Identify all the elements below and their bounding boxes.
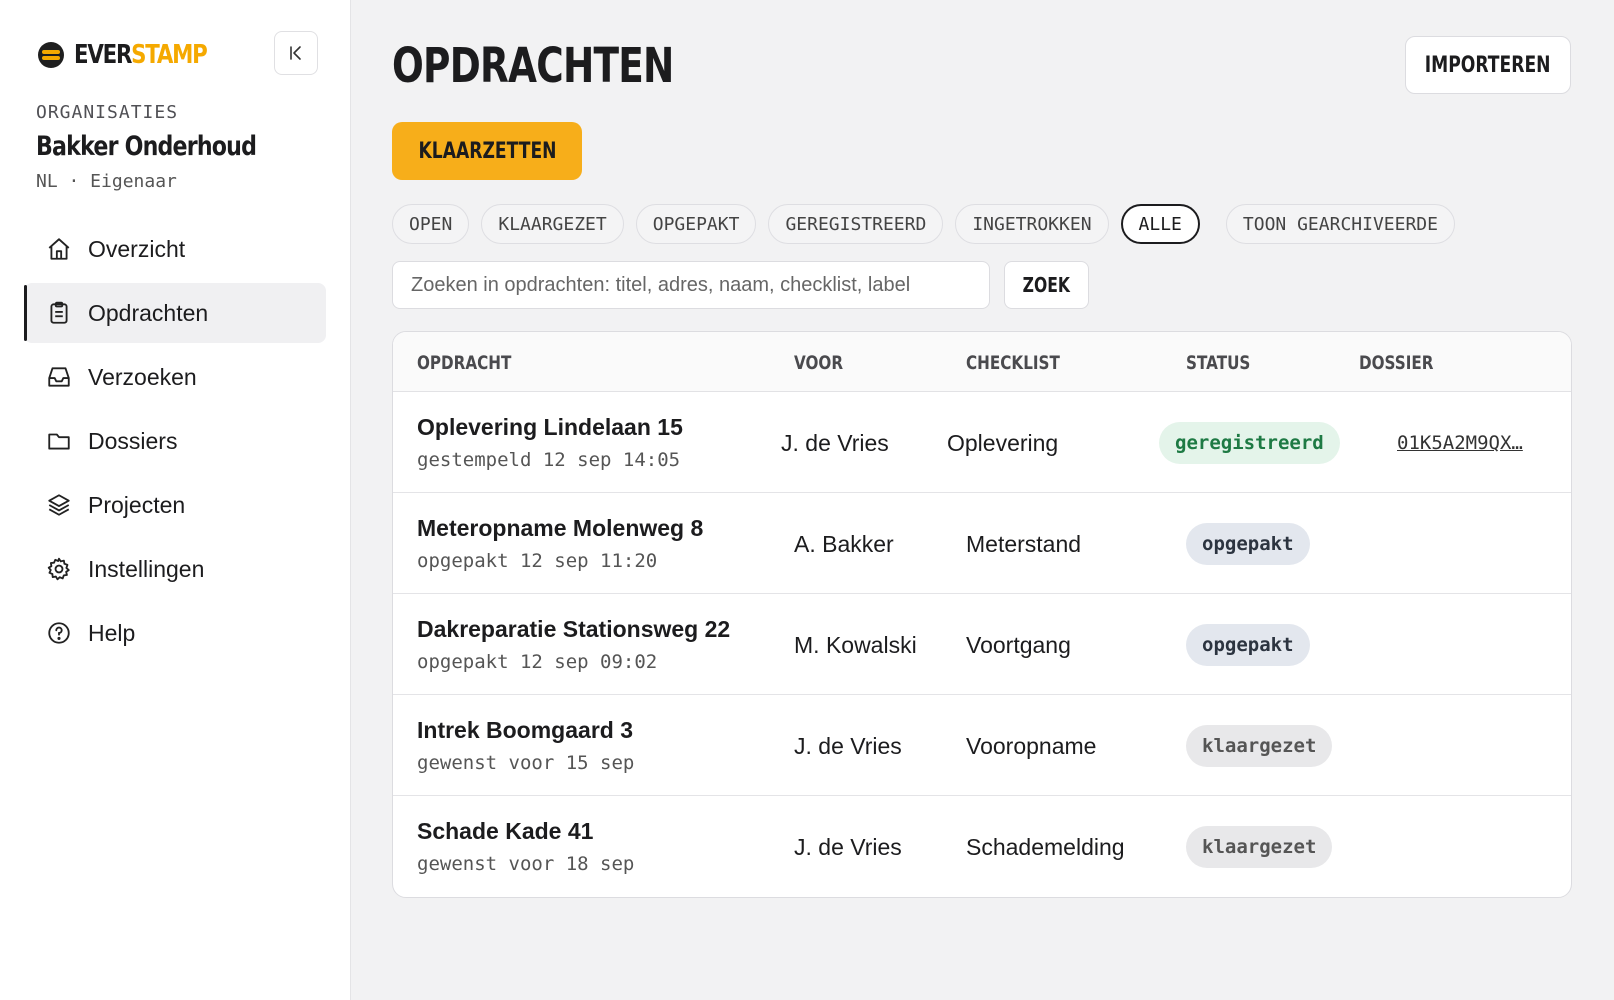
status-badge: opgepakt (1186, 624, 1310, 666)
row-voor: M. Kowalski (794, 632, 917, 658)
column-checklist[interactable]: CHECKLIST (966, 352, 1060, 374)
table-row[interactable]: Intrek Boomgaard 3 gewenst voor 15 sep J… (393, 695, 1571, 796)
status-filters: OPEN KLAARGEZET OPGEPAKT GEREGISTREERD I… (392, 204, 1455, 244)
sidebar-item-projecten[interactable]: Projecten (24, 475, 326, 535)
status-badge: klaargezet (1186, 826, 1333, 868)
sidebar-item-label: Opdrachten (88, 299, 209, 326)
row-checklist: Vooropname (966, 733, 1097, 759)
column-status[interactable]: STATUS (1186, 352, 1250, 374)
row-title[interactable]: Oplevering Lindelaan 15 (417, 414, 683, 441)
search-input[interactable] (392, 261, 990, 309)
row-subtitle: opgepakt 12 sep 09:02 (417, 651, 658, 673)
home-icon (48, 238, 70, 260)
klaarzetten-button[interactable]: KLAARZETTEN (392, 122, 582, 180)
org-meta: NL · Eigenaar (36, 171, 177, 192)
table-row[interactable]: Oplevering Lindelaan 15 gestempeld 12 se… (393, 392, 1571, 493)
row-subtitle: gewenst voor 18 sep (417, 853, 635, 875)
search-button[interactable]: ZOEK (1004, 261, 1089, 309)
sidebar-item-label: Dossiers (88, 427, 178, 454)
sidebar-item-label: Instellingen (88, 555, 205, 582)
import-button[interactable]: IMPORTEREN (1405, 36, 1571, 94)
sidebar: EVERSTAMP ORGANISATIES Bakker Onderhoud … (0, 0, 351, 1000)
clipboard-icon (50, 301, 68, 324)
row-voor: J. de Vries (781, 430, 889, 456)
filter-klaargezet[interactable]: KLAARGEZET (481, 204, 624, 244)
brand-logo[interactable]: EVERSTAMP (38, 40, 236, 70)
row-checklist: Schademelding (966, 834, 1125, 860)
brand-name: EVERSTAMP (74, 40, 208, 70)
layers-icon (48, 494, 70, 516)
toggle-archived[interactable]: TOON GEARCHIVEERDE (1225, 204, 1455, 244)
row-subtitle: gestempeld 12 sep 14:05 (417, 449, 681, 471)
filter-open[interactable]: OPEN (392, 204, 470, 244)
row-voor: J. de Vries (794, 834, 902, 860)
org-name[interactable]: Bakker Onderhoud (36, 131, 257, 162)
sidebar-item-instellingen[interactable]: Instellingen (24, 539, 326, 599)
sidebar-item-help[interactable]: Help (24, 603, 326, 663)
row-checklist: Voortgang (966, 632, 1071, 658)
sidebar-item-dossiers[interactable]: Dossiers (24, 411, 326, 471)
row-checklist: Meterstand (966, 531, 1082, 557)
row-title[interactable]: Schade Kade 41 (417, 818, 593, 845)
help-icon (48, 622, 70, 644)
row-checklist: Oplevering (947, 430, 1059, 456)
collapse-icon (290, 46, 301, 60)
row-title[interactable]: Dakreparatie Stationsweg 22 (417, 616, 730, 643)
brand-mark-icon (38, 42, 64, 68)
status-badge: geregistreerd (1159, 422, 1340, 464)
gear-icon (47, 557, 70, 581)
sidebar-item-label: Overzicht (88, 235, 186, 262)
row-title[interactable]: Intrek Boomgaard 3 (417, 717, 633, 744)
sidebar-item-label: Projecten (88, 491, 186, 518)
table-row[interactable]: Dakreparatie Stationsweg 22 opgepakt 12 … (393, 594, 1571, 695)
org-label: ORGANISATIES (36, 102, 179, 123)
column-opdracht[interactable]: OPDRACHT (417, 352, 511, 374)
row-voor: J. de Vries (794, 733, 902, 759)
row-title[interactable]: Meteropname Molenweg 8 (417, 515, 703, 542)
folder-icon (48, 433, 70, 450)
sidebar-item-opdrachten[interactable]: Opdrachten (24, 283, 326, 343)
page-title: OPDRACHTEN (392, 38, 674, 94)
column-voor[interactable]: VOOR (794, 352, 843, 374)
table-row[interactable]: Meteropname Molenweg 8 opgepakt 12 sep 1… (393, 493, 1571, 594)
main-content: OPDRACHTEN IMPORTEREN KLAARZETTEN OPEN K… (351, 0, 1614, 1000)
filter-alle[interactable]: ALLE (1120, 204, 1200, 244)
filter-opgepakt[interactable]: OPGEPAKT (635, 204, 757, 244)
inbox-icon (48, 367, 70, 387)
table-header: OPDRACHT VOOR CHECKLIST STATUS DOSSIER (393, 332, 1571, 392)
filter-geregistreerd[interactable]: GEREGISTREERD (768, 204, 944, 244)
assignments-table: OPDRACHT VOOR CHECKLIST STATUS DOSSIER O… (392, 331, 1572, 898)
dossier-link[interactable]: 01K5A2M9QX… (1397, 432, 1523, 454)
sidebar-item-label: Help (88, 619, 136, 646)
sidebar-nav: Overzicht Opdrachten Verzoeken Dossiers … (24, 219, 326, 667)
row-voor: A. Bakker (794, 531, 894, 557)
table-row[interactable]: Schade Kade 41 gewenst voor 18 sep J. de… (393, 796, 1571, 897)
status-badge: opgepakt (1186, 523, 1310, 565)
collapse-sidebar-button[interactable] (274, 31, 318, 75)
sidebar-item-verzoeken[interactable]: Verzoeken (24, 347, 326, 407)
sidebar-item-label: Verzoeken (88, 363, 197, 390)
status-badge: klaargezet (1186, 725, 1333, 767)
sidebar-item-overzicht[interactable]: Overzicht (24, 219, 326, 279)
row-subtitle: opgepakt 12 sep 11:20 (417, 550, 658, 572)
row-subtitle: gewenst voor 15 sep (417, 752, 635, 774)
column-dossier[interactable]: DOSSIER (1359, 352, 1434, 374)
filter-ingetrokken[interactable]: INGETROKKEN (955, 204, 1109, 244)
